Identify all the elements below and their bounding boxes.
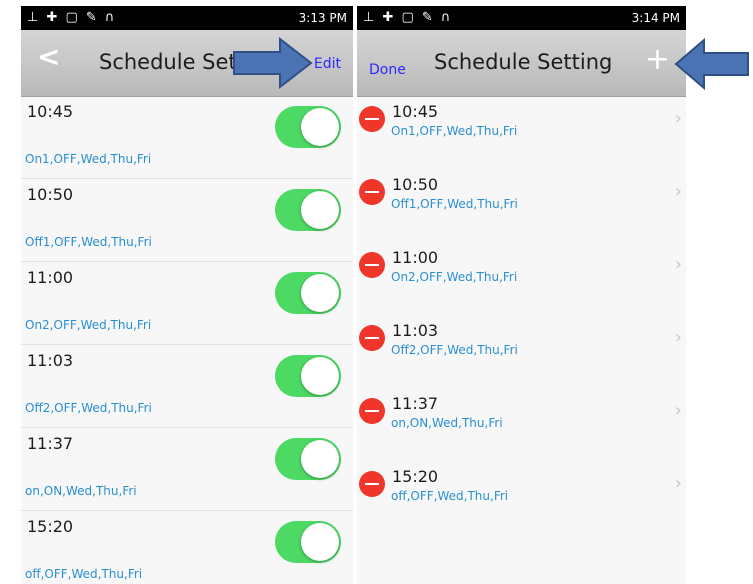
schedule-detail: On2,OFF,Wed,Thu,Fri bbox=[391, 270, 518, 284]
schedule-time: 11:03 bbox=[392, 321, 439, 340]
schedule-time: 10:50 bbox=[392, 175, 439, 194]
schedule-detail: off,OFF,Wed,Thu,Fri bbox=[391, 489, 509, 503]
schedule-edit-row[interactable]: 11:37 on,ON,Wed,Thu,Fri › bbox=[357, 388, 686, 461]
schedule-edit-row[interactable]: 15:20 off,OFF,Wed,Thu,Fri › bbox=[357, 461, 686, 534]
status-icons: ⊥ ✚ ▢ ✎ ∩ bbox=[27, 10, 117, 25]
delete-icon[interactable] bbox=[359, 325, 385, 351]
schedule-row[interactable]: 11:37 on,ON,Wed,Thu,Fri bbox=[21, 428, 353, 511]
schedule-edit-row[interactable]: 11:03 Off2,OFF,Wed,Thu,Fri › bbox=[357, 315, 686, 388]
edit-button[interactable]: Edit bbox=[314, 56, 341, 72]
schedule-time: 11:37 bbox=[392, 394, 439, 413]
status-bar: ⊥ ✚ ▢ ✎ ∩ 3:13 PM bbox=[21, 6, 353, 30]
schedule-time: 11:03 bbox=[27, 351, 74, 370]
toggle-knob bbox=[301, 108, 339, 146]
schedule-time: 11:00 bbox=[392, 248, 439, 267]
schedule-detail: On1,OFF,Wed,Thu,Fri bbox=[391, 124, 518, 138]
schedule-row[interactable]: 15:20 off,OFF,Wed,Thu,Fri bbox=[21, 511, 353, 584]
chevron-right-icon[interactable]: › bbox=[675, 108, 682, 129]
schedule-time: 11:00 bbox=[27, 268, 74, 287]
schedule-edit-row[interactable]: 10:45 On1,OFF,Wed,Thu,Fri › bbox=[357, 96, 686, 169]
schedule-toggle[interactable] bbox=[275, 521, 341, 563]
schedule-row[interactable]: 10:45 On1,OFF,Wed,Thu,Fri bbox=[21, 96, 353, 179]
schedule-list: 10:45 On1,OFF,Wed,Thu,Fri 10:50 Off1,OFF… bbox=[21, 96, 353, 584]
schedule-detail: off,OFF,Wed,Thu,Fri bbox=[25, 567, 143, 581]
schedule-detail: On2,OFF,Wed,Thu,Fri bbox=[25, 318, 152, 332]
schedule-time: 15:20 bbox=[392, 467, 439, 486]
toggle-knob bbox=[301, 523, 339, 561]
delete-icon[interactable] bbox=[359, 179, 385, 205]
status-bar: ⊥ ✚ ▢ ✎ ∩ 3:14 PM bbox=[357, 6, 686, 30]
schedule-time: 10:45 bbox=[392, 102, 439, 121]
delete-icon[interactable] bbox=[359, 471, 385, 497]
schedule-detail: Off2,OFF,Wed,Thu,Fri bbox=[391, 343, 518, 357]
toggle-knob bbox=[301, 440, 339, 478]
schedule-time: 15:20 bbox=[27, 517, 74, 536]
nav-bar: Done Schedule Setting + bbox=[357, 30, 686, 97]
chevron-right-icon[interactable]: › bbox=[675, 327, 682, 348]
annotation-arrow-icon bbox=[674, 37, 749, 91]
schedule-detail: Off1,OFF,Wed,Thu,Fri bbox=[391, 197, 518, 211]
status-clock: 3:14 PM bbox=[631, 11, 680, 25]
schedule-toggle[interactable] bbox=[275, 272, 341, 314]
schedule-toggle[interactable] bbox=[275, 355, 341, 397]
schedule-detail: On1,OFF,Wed,Thu,Fri bbox=[25, 152, 152, 166]
schedule-time: 11:37 bbox=[27, 434, 74, 453]
toggle-knob bbox=[301, 274, 339, 312]
schedule-time: 10:50 bbox=[27, 185, 74, 204]
delete-icon[interactable] bbox=[359, 106, 385, 132]
screen-schedule-edit: ⊥ ✚ ▢ ✎ ∩ 3:14 PM Done Schedule Setting … bbox=[357, 6, 686, 584]
page-title: Schedule Setting bbox=[434, 50, 613, 74]
schedule-row[interactable]: 10:50 Off1,OFF,Wed,Thu,Fri bbox=[21, 179, 353, 262]
toggle-knob bbox=[301, 191, 339, 229]
status-icons: ⊥ ✚ ▢ ✎ ∩ bbox=[363, 10, 453, 25]
schedule-detail: on,ON,Wed,Thu,Fri bbox=[391, 416, 503, 430]
annotation-arrow-icon bbox=[233, 36, 313, 90]
schedule-toggle[interactable] bbox=[275, 438, 341, 480]
done-button[interactable]: Done bbox=[369, 62, 406, 78]
delete-icon[interactable] bbox=[359, 398, 385, 424]
schedule-edit-row[interactable]: 10:50 Off1,OFF,Wed,Thu,Fri › bbox=[357, 169, 686, 242]
screen-schedule-list: ⊥ ✚ ▢ ✎ ∩ 3:13 PM < Schedule Setting Edi… bbox=[21, 6, 353, 584]
schedule-edit-row[interactable]: 11:00 On2,OFF,Wed,Thu,Fri › bbox=[357, 242, 686, 315]
schedule-detail: Off2,OFF,Wed,Thu,Fri bbox=[25, 401, 152, 415]
schedule-time: 10:45 bbox=[27, 102, 74, 121]
chevron-right-icon[interactable]: › bbox=[675, 400, 682, 421]
add-schedule-button[interactable]: + bbox=[645, 42, 670, 77]
toggle-knob bbox=[301, 357, 339, 395]
delete-icon[interactable] bbox=[359, 252, 385, 278]
chevron-right-icon[interactable]: › bbox=[675, 181, 682, 202]
schedule-detail: on,ON,Wed,Thu,Fri bbox=[25, 484, 137, 498]
schedule-row[interactable]: 11:03 Off2,OFF,Wed,Thu,Fri bbox=[21, 345, 353, 428]
schedule-row[interactable]: 11:00 On2,OFF,Wed,Thu,Fri bbox=[21, 262, 353, 345]
schedule-toggle[interactable] bbox=[275, 106, 341, 148]
chevron-right-icon[interactable]: › bbox=[675, 254, 682, 275]
schedule-toggle[interactable] bbox=[275, 189, 341, 231]
schedule-edit-list: 10:45 On1,OFF,Wed,Thu,Fri › 10:50 Off1,O… bbox=[357, 96, 686, 534]
schedule-detail: Off1,OFF,Wed,Thu,Fri bbox=[25, 235, 152, 249]
status-clock: 3:13 PM bbox=[298, 11, 347, 25]
back-button[interactable]: < bbox=[37, 40, 60, 73]
chevron-right-icon[interactable]: › bbox=[675, 473, 682, 494]
